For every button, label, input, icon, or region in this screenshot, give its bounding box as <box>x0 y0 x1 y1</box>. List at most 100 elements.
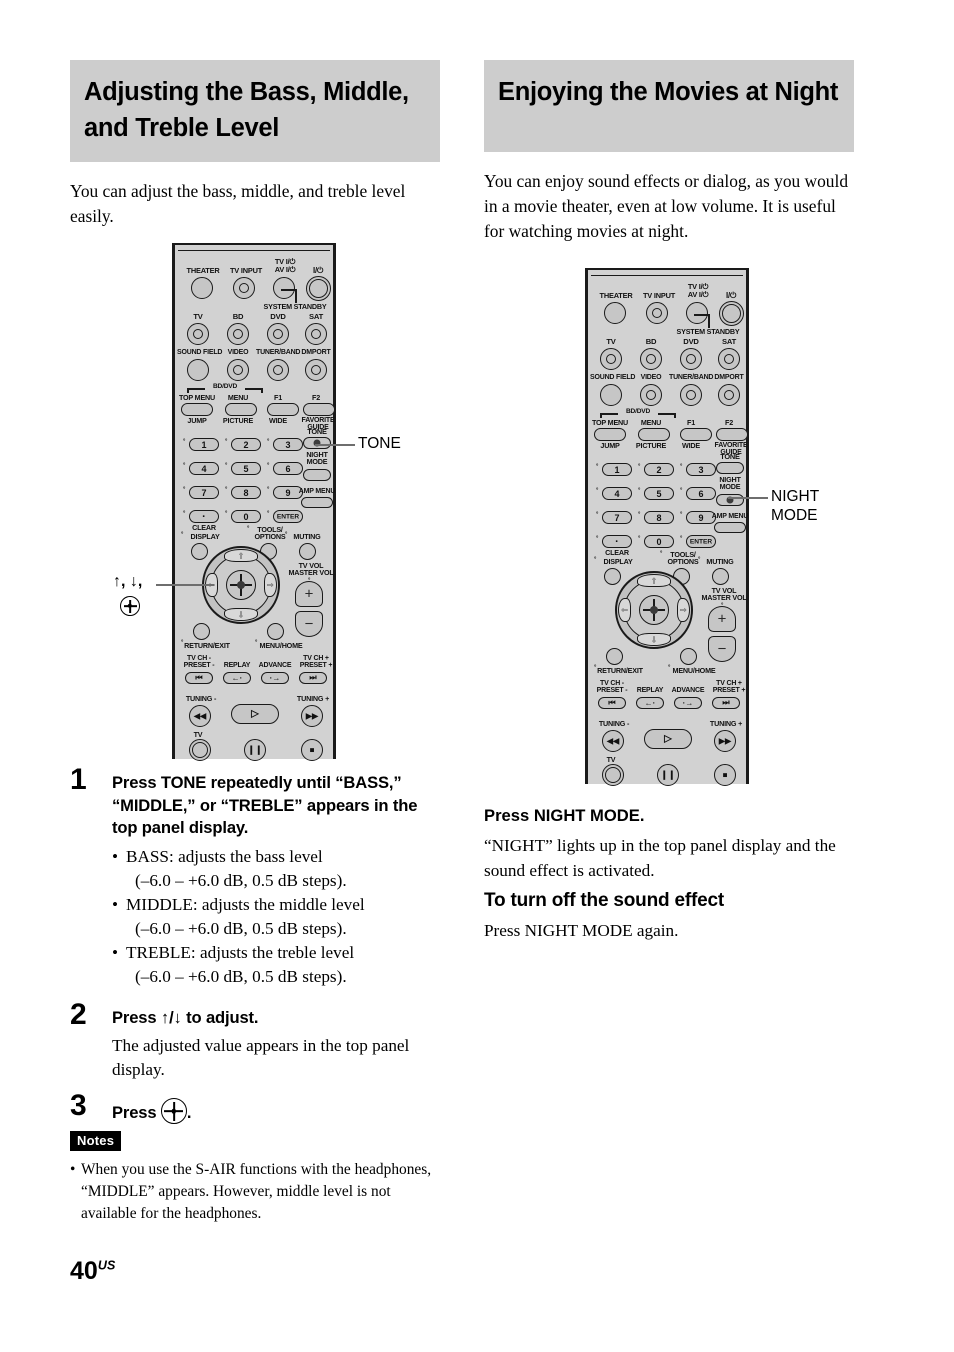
button-tuner-band[interactable] <box>267 359 289 381</box>
button-sound-field[interactable] <box>187 359 209 381</box>
dpad-right-key[interactable]: ⇨ <box>677 598 690 622</box>
degree-mark-muting: ° <box>285 532 288 538</box>
button-video[interactable] <box>640 384 662 406</box>
button-menu-home[interactable] <box>680 648 697 665</box>
button-dmport[interactable] <box>305 359 327 381</box>
button-volume-up[interactable]: + <box>295 581 323 607</box>
button-display[interactable] <box>191 543 208 560</box>
button-top-menu[interactable] <box>181 403 213 416</box>
button-top-menu[interactable] <box>594 428 626 441</box>
button-replay[interactable]: ←· <box>223 672 251 684</box>
button-tuner-band[interactable] <box>680 384 702 406</box>
label-tools-options: TOOLS/ OPTIONS <box>254 525 286 542</box>
button-num-7[interactable]: 7 <box>189 486 219 499</box>
button-amp-menu[interactable] <box>301 497 333 508</box>
button-f1[interactable] <box>267 403 299 416</box>
button-source-tv[interactable] <box>187 323 209 345</box>
button-preset-minus[interactable]: ⏮ <box>185 672 213 684</box>
button-play[interactable]: ▷ <box>644 729 692 749</box>
button-night-mode[interactable] <box>303 469 331 481</box>
button-f1[interactable] <box>680 428 712 441</box>
button-display[interactable] <box>604 568 621 585</box>
button-preset-plus[interactable]: ⏭ <box>712 697 740 709</box>
button-num-3[interactable]: 3 <box>686 463 716 476</box>
button-menu-home[interactable] <box>267 623 284 640</box>
button-replay[interactable]: ←· <box>636 697 664 709</box>
label-tools-options: TOOLS/ OPTIONS <box>667 550 699 567</box>
button-stop[interactable]: ■ <box>301 739 323 761</box>
button-num-6[interactable]: 6 <box>273 462 303 475</box>
button-theater[interactable] <box>604 302 626 324</box>
button-menu[interactable] <box>638 428 670 441</box>
button-source-sat[interactable] <box>718 348 740 370</box>
button-sound-field[interactable] <box>600 384 622 406</box>
button-night-mode[interactable] <box>716 494 744 506</box>
button-f2[interactable] <box>716 428 748 441</box>
button-source-sat[interactable] <box>305 323 327 345</box>
button-enter[interactable]: ENTER <box>686 535 716 548</box>
button-source-dvd[interactable] <box>267 323 289 345</box>
button-num-4[interactable]: 4 <box>602 487 632 500</box>
dpad-up-key[interactable]: ⇧ <box>637 574 671 587</box>
button-return-exit[interactable] <box>606 648 623 665</box>
button-num-8-label: 8 <box>243 487 249 498</box>
dpad-left-key[interactable]: ⇦ <box>618 598 631 622</box>
button-num-2[interactable]: 2 <box>644 463 674 476</box>
button-muting[interactable] <box>299 543 316 560</box>
button-advance[interactable]: ·→ <box>261 672 289 684</box>
button-num-5[interactable]: 5 <box>644 487 674 500</box>
button-video[interactable] <box>227 359 249 381</box>
button-num-5[interactable]: 5 <box>231 462 261 475</box>
button-f2[interactable] <box>303 403 335 416</box>
button-tv-input[interactable] <box>233 277 255 299</box>
button-theater[interactable] <box>191 277 213 299</box>
button-source-bd[interactable] <box>227 323 249 345</box>
button-volume-down[interactable]: − <box>708 636 736 662</box>
dpad-right-key[interactable]: ⇨ <box>264 573 277 597</box>
button-dmport[interactable] <box>718 384 740 406</box>
button-amp-menu[interactable] <box>714 522 746 533</box>
standby-bracket-vertical <box>708 314 710 328</box>
button-tuning-plus-icon: ▶▶ <box>305 711 319 721</box>
button-num-0[interactable]: 0 <box>644 535 674 548</box>
dpad-up-key[interactable]: ⇧ <box>224 549 258 562</box>
button-num-1[interactable]: 1 <box>189 438 219 451</box>
button-tone[interactable] <box>716 462 744 474</box>
button-num-6[interactable]: 6 <box>686 487 716 500</box>
dpad-down-key[interactable]: ⇩ <box>637 633 671 646</box>
button-num-4[interactable]: 4 <box>189 462 219 475</box>
button-num-2[interactable]: 2 <box>231 438 261 451</box>
button-menu[interactable] <box>225 403 257 416</box>
button-play[interactable]: ▷ <box>231 704 279 724</box>
button-pause[interactable]: ❙❙ <box>657 764 679 786</box>
dpad-down-key[interactable]: ⇩ <box>224 608 258 621</box>
button-volume-up[interactable]: + <box>708 606 736 632</box>
button-source-dvd[interactable] <box>680 348 702 370</box>
button-clear[interactable]: · <box>189 510 219 523</box>
button-num-8[interactable]: 8 <box>644 511 674 524</box>
button-tv-input[interactable] <box>646 302 668 324</box>
button-num-7[interactable]: 7 <box>602 511 632 524</box>
label-wide: WIDE <box>682 441 700 450</box>
button-muting[interactable] <box>712 568 729 585</box>
button-num-0[interactable]: 0 <box>231 510 261 523</box>
button-tv-av-power[interactable] <box>273 277 295 299</box>
callout-up-down-arrows: ↑, ↓, <box>113 573 143 590</box>
button-stop[interactable]: ■ <box>714 764 736 786</box>
button-preset-plus[interactable]: ⏭ <box>299 672 327 684</box>
label-tone: TONE <box>307 427 327 436</box>
button-volume-down[interactable]: − <box>295 611 323 637</box>
button-num-3[interactable]: 3 <box>273 438 303 451</box>
button-advance[interactable]: ·→ <box>674 697 702 709</box>
button-source-bd[interactable] <box>640 348 662 370</box>
button-tv-av-power[interactable] <box>686 302 708 324</box>
button-source-tv[interactable] <box>600 348 622 370</box>
button-pause[interactable]: ❙❙ <box>244 739 266 761</box>
button-enter[interactable]: ENTER <box>273 510 303 523</box>
button-tone[interactable] <box>303 437 331 449</box>
button-clear[interactable]: · <box>602 535 632 548</box>
button-return-exit[interactable] <box>193 623 210 640</box>
button-preset-minus[interactable]: ⏮ <box>598 697 626 709</box>
button-num-8[interactable]: 8 <box>231 486 261 499</box>
button-num-1[interactable]: 1 <box>602 463 632 476</box>
